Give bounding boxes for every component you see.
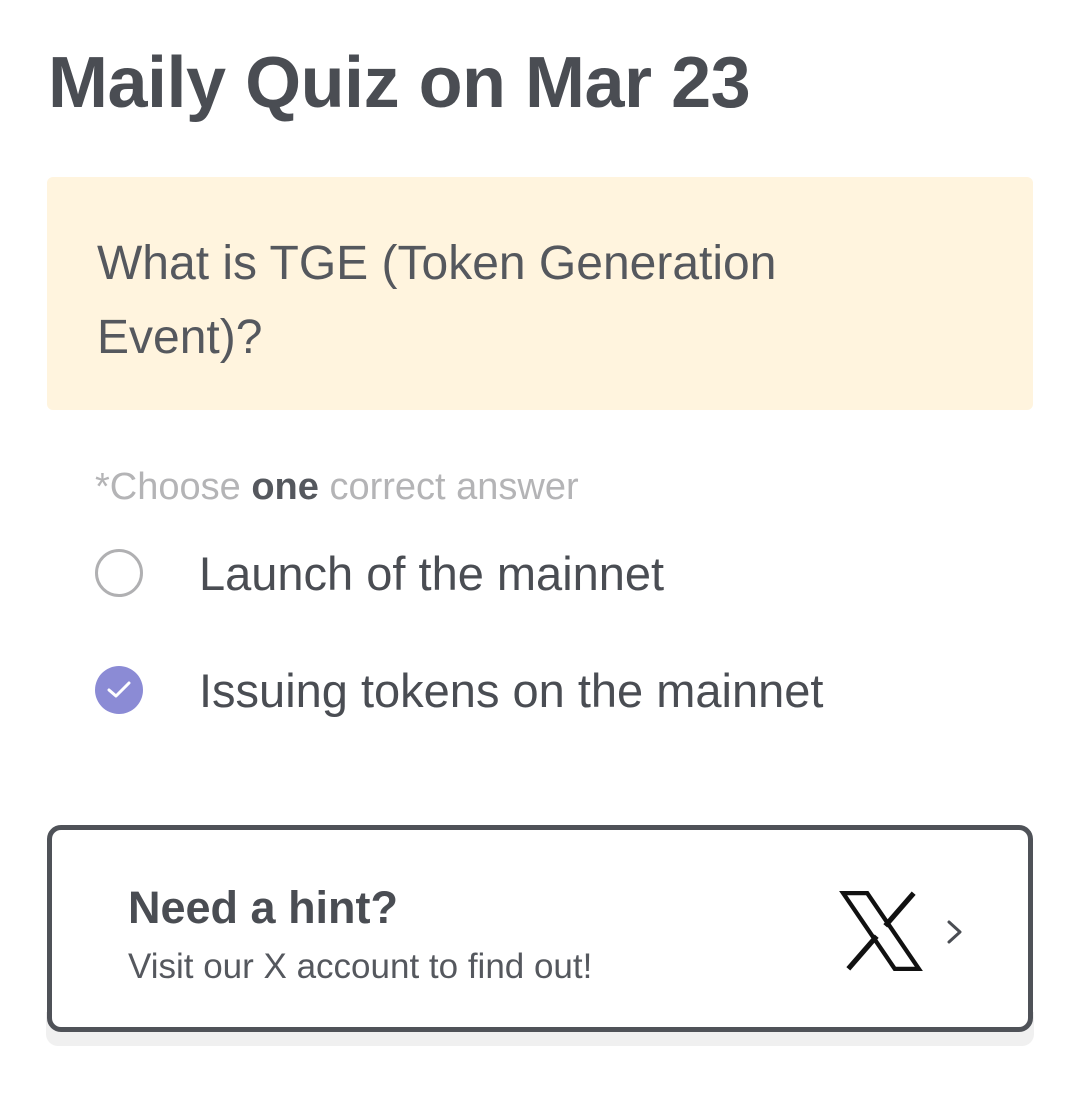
radio-checked-icon[interactable] xyxy=(95,666,143,714)
x-logo-icon xyxy=(839,891,923,971)
question-card: What is TGE (Token Generation Event)? xyxy=(47,177,1033,410)
quiz-page: Maily Quiz on Mar 23 What is TGE (Token … xyxy=(0,0,1080,1095)
hint-title: Need a hint? xyxy=(128,882,399,933)
checkmark-icon xyxy=(107,681,131,698)
instruction-suffix: correct answer xyxy=(318,466,579,508)
radio-unchecked-icon[interactable] xyxy=(95,549,143,597)
instruction-prefix: *Choose xyxy=(95,466,252,508)
answer-option-label: Issuing tokens on the mainnet xyxy=(199,663,824,717)
hint-subtitle: Visit our X account to find out! xyxy=(128,947,593,986)
page-title: Maily Quiz on Mar 23 xyxy=(48,43,751,123)
chevron-right-icon xyxy=(947,920,962,944)
answer-option-label: Launch of the mainnet xyxy=(199,546,665,600)
answer-option-issuing-tokens[interactable]: Issuing tokens on the mainnet xyxy=(95,660,823,720)
hint-card-button[interactable]: Need a hint? Visit our X account to find… xyxy=(47,825,1033,1032)
answer-instruction: *Choose one correct answer xyxy=(95,462,579,512)
instruction-emphasis: one xyxy=(251,466,319,508)
question-text: What is TGE (Token Generation Event)? xyxy=(97,237,777,364)
answer-option-launch-mainnet[interactable]: Launch of the mainnet xyxy=(95,543,664,603)
